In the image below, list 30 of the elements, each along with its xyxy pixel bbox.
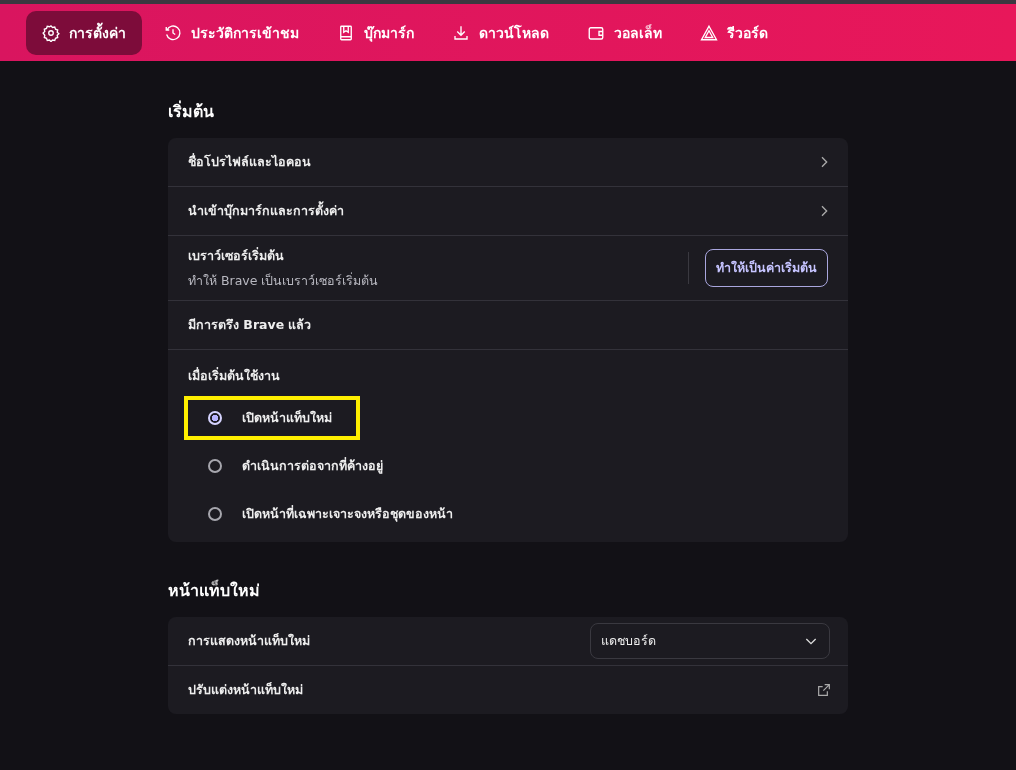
nav-tab[interactable]: วอลเล็ท [571,10,678,55]
external-link-icon[interactable] [816,682,832,698]
radio-label[interactable]: เปิดหน้าแท็บใหม่ [242,408,332,428]
radio-label[interactable]: ดำเนินการต่อจากที่ค้างอยู่ [242,456,383,476]
section-title: หน้าแท็บใหม่ [168,578,261,602]
radio-button[interactable] [208,459,222,473]
setting-label: ปรับแต่งหน้าแท็บใหม่ [188,681,304,699]
settings-icon [42,23,60,42]
setting-label: มีการตรึง Brave แล้ว [188,316,313,334]
nav-tab[interactable]: ประวัติการเข้าชม [148,10,315,55]
dropdown[interactable]: แดชบอร์ด [590,623,830,659]
nav-tab[interactable]: รีวอร์ด [684,10,784,55]
setting-label: นำเข้าบุ๊กมาร์กและการตั้งค่า [188,201,345,221]
download-icon [452,23,470,42]
triangle-icon [700,23,718,42]
radio-label[interactable]: เปิดหน้าที่เฉพาะเจาะจงหรือชุดของหน้า [242,504,453,524]
radio-button[interactable] [208,411,222,425]
setting-label: การแสดงหน้าแท็บใหม่ [188,632,311,650]
setting-label: ชื่อโปรไฟล์และไอคอน [188,152,312,171]
section-title: เริ่มต้น [168,99,215,123]
setting-description: ทำให้ Brave เป็นเบราว์เซอร์เริ่มต้น [188,271,380,290]
make-default-button[interactable]: ทำให้เป็นค่าเริ่มต้น [705,249,828,287]
bookmark-icon [337,23,355,42]
clock-icon [164,23,182,42]
nav-tab[interactable]: ดาวน์โหลด [436,10,565,55]
nav-tab[interactable]: การตั้งค่า [26,10,142,55]
radio-button[interactable] [208,507,222,521]
nav-tab[interactable]: บุ๊กมาร์ก [321,10,430,55]
setting-label: เมื่อเริ่มต้นใช้งาน [188,366,281,385]
setting-label: เบราว์เซอร์เริ่มต้น [188,246,285,265]
